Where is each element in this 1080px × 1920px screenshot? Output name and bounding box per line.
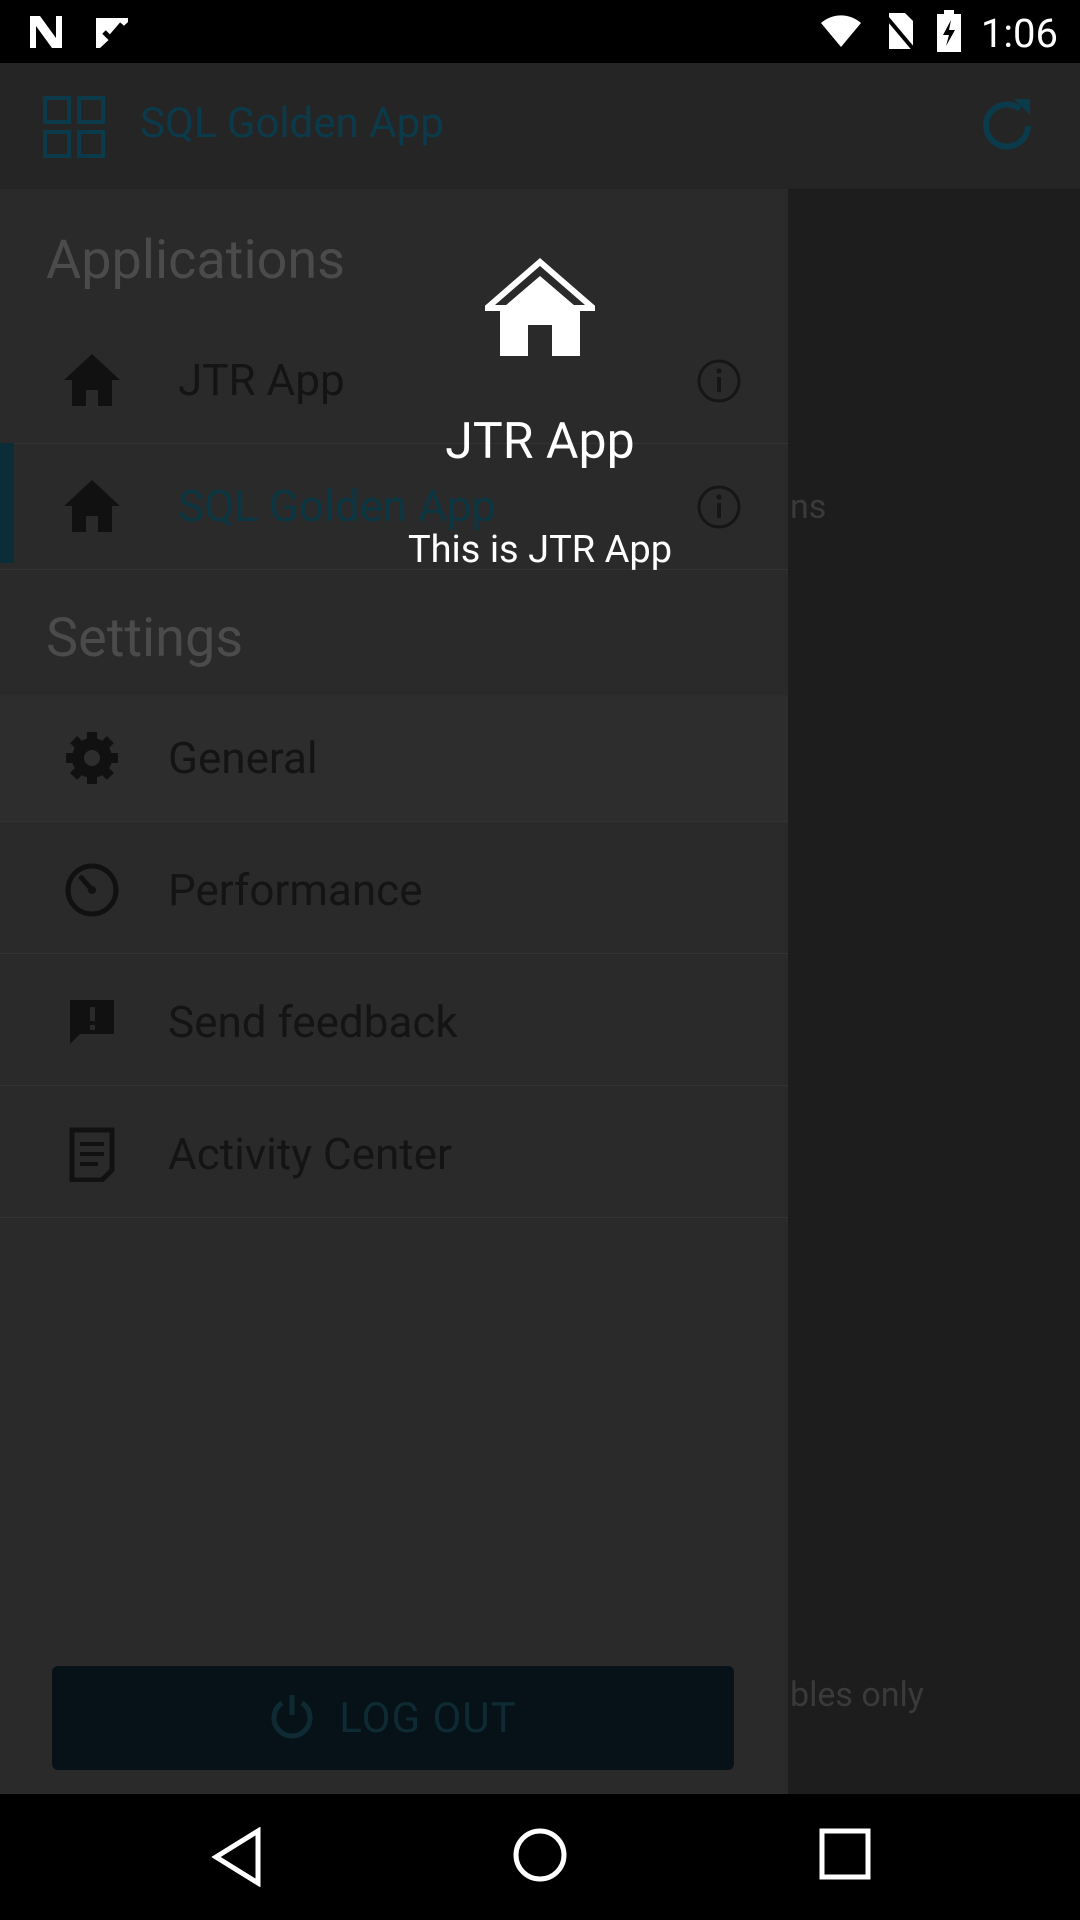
background-text-1: ns [790, 487, 827, 527]
speedometer-icon [62, 860, 122, 920]
background-text-2: bles only [790, 1675, 924, 1715]
overlay-description: This is JTR App [407, 528, 673, 572]
home-icon [62, 350, 122, 410]
check-icon [92, 12, 132, 56]
home-icon [62, 476, 122, 536]
logout-label: LOG OUT [339, 1693, 517, 1743]
refresh-icon[interactable] [976, 95, 1038, 161]
document-icon [62, 1124, 122, 1184]
battery-charging-icon [935, 8, 963, 58]
app-screen: SQL Golden App ns bles only Applications… [0, 63, 1080, 1794]
drawer-item-activity-center[interactable]: Activity Center [0, 1091, 788, 1218]
logout-button[interactable]: LOG OUT [52, 1666, 734, 1770]
drawer-item-label: Activity Center [168, 1128, 452, 1180]
drawer-item-performance[interactable]: Performance [0, 827, 788, 954]
home-circle-icon[interactable] [512, 1827, 568, 1887]
grid-icon[interactable] [42, 95, 106, 163]
drawer-item-label: JTR App [178, 354, 345, 406]
app-bar: SQL Golden App [0, 63, 1080, 190]
recents-icon[interactable] [818, 1827, 872, 1885]
drawer-item-general[interactable]: General [0, 695, 788, 822]
navigation-bar [0, 1794, 1080, 1920]
drawer-item-label: General [168, 732, 318, 784]
back-icon[interactable] [210, 1826, 264, 1891]
overlay-title: JTR App [445, 413, 635, 471]
drawer-item-label: Send feedback [168, 996, 458, 1048]
home-icon [478, 258, 602, 360]
no-sim-icon [881, 9, 917, 57]
drawer-item-send-feedback[interactable]: Send feedback [0, 959, 788, 1086]
status-bar: 1:06 [0, 0, 1080, 63]
app-info-overlay: JTR App This is JTR App [330, 258, 750, 598]
power-icon [269, 1693, 315, 1743]
gear-icon [62, 728, 122, 788]
notification-n-icon [26, 12, 66, 56]
status-time: 1:06 [980, 9, 1058, 57]
applications-section-title: Applications [46, 229, 346, 292]
app-bar-title: SQL Golden App [140, 99, 444, 148]
wifi-icon [819, 11, 863, 55]
feedback-icon [62, 992, 122, 1052]
active-indicator [0, 443, 14, 563]
settings-section-title: Settings [46, 607, 244, 670]
drawer-item-label: Performance [168, 864, 423, 916]
